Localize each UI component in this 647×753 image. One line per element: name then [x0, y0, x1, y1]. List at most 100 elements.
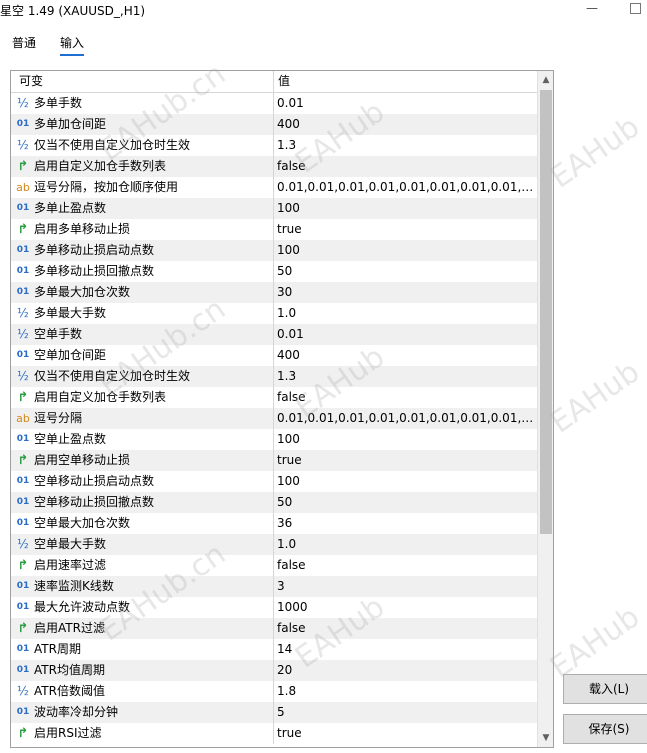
table-row[interactable]: 01 空单移动止损回撤点数 50 [11, 492, 537, 513]
table-row[interactable]: ↱ 启用ATR过滤 false [11, 618, 537, 639]
table-row[interactable]: 01 ATR周期 14 [11, 639, 537, 660]
column-divider [273, 450, 274, 471]
watermark: EAHub [544, 109, 647, 196]
integer-type-icon: 01 [16, 644, 30, 654]
table-row[interactable]: 01 多单移动止损回撤点数 50 [11, 261, 537, 282]
table-row[interactable]: 01 ATR均值周期 20 [11, 660, 537, 681]
table-row[interactable]: 01 空单移动止损启动点数 100 [11, 471, 537, 492]
table-row[interactable]: 01 空单加仓间距 400 [11, 345, 537, 366]
table-row[interactable]: ½ 空单最大手数 1.0 [11, 534, 537, 555]
table-row[interactable]: 01 多单止盈点数 100 [11, 198, 537, 219]
row-value[interactable]: true [277, 219, 535, 240]
scrollbar-thumb[interactable] [540, 90, 552, 534]
table-row[interactable]: ½ ATR倍数阈值 1.8 [11, 681, 537, 702]
table-row[interactable]: ↱ 启用RSI过滤 true [11, 723, 537, 744]
row-value[interactable]: 36 [277, 513, 535, 534]
row-value[interactable]: 50 [277, 492, 535, 513]
column-divider [273, 471, 274, 492]
row-value[interactable]: 400 [277, 114, 535, 135]
scroll-up-icon[interactable]: ▲ [538, 71, 553, 89]
integer-type-icon: 01 [16, 434, 30, 444]
row-value[interactable]: false [277, 555, 535, 576]
row-value[interactable]: 1000 [277, 597, 535, 618]
row-value[interactable]: 100 [277, 240, 535, 261]
table-row[interactable]: ↱ 启用空单移动止损 true [11, 450, 537, 471]
row-value[interactable]: 3 [277, 576, 535, 597]
row-value[interactable]: 0.01,0.01,0.01,0.01,0.01,0.01,0.01,0.01,… [277, 177, 535, 198]
table-row[interactable]: 01 多单移动止损启动点数 100 [11, 240, 537, 261]
vertical-scrollbar[interactable]: ▲ ▼ [537, 71, 553, 747]
load-button[interactable]: 载入(L) [563, 674, 647, 704]
integer-type-icon: 01 [16, 287, 30, 297]
column-divider [273, 324, 274, 345]
row-value[interactable]: false [277, 387, 535, 408]
minimize-icon[interactable]: — [585, 0, 599, 18]
row-value[interactable]: true [277, 723, 535, 744]
row-value[interactable]: 100 [277, 198, 535, 219]
table-row[interactable]: ↱ 启用自定义加仓手数列表 false [11, 387, 537, 408]
save-button[interactable]: 保存(S) [563, 714, 647, 744]
row-variable-name: ATR均值周期 [34, 663, 105, 677]
column-divider [273, 702, 274, 723]
column-divider [273, 639, 274, 660]
table-row[interactable]: 01 空单最大加仓次数 36 [11, 513, 537, 534]
table-row[interactable]: 01 波动率冷却分钟 5 [11, 702, 537, 723]
row-value[interactable]: 1.3 [277, 135, 535, 156]
column-divider [273, 303, 274, 324]
row-value[interactable]: false [277, 618, 535, 639]
row-value[interactable]: 20 [277, 660, 535, 681]
row-value[interactable]: 0.01,0.01,0.01,0.01,0.01,0.01,0.01,0.01,… [277, 408, 535, 429]
table-row[interactable]: 01 多单最大加仓次数 30 [11, 282, 537, 303]
table-row[interactable]: ↱ 启用多单移动止损 true [11, 219, 537, 240]
tab-general[interactable]: 普通 [12, 34, 36, 51]
row-variable-name: 空单加仓间距 [34, 348, 107, 362]
row-variable-name: 仅当不使用自定义加仓时生效 [34, 138, 191, 152]
row-value[interactable]: 1.3 [277, 366, 535, 387]
row-value[interactable]: 0.01 [277, 93, 535, 114]
table-row[interactable]: ½ 仅当不使用自定义加仓时生效 1.3 [11, 366, 537, 387]
row-value[interactable]: true [277, 450, 535, 471]
row-value[interactable]: 1.0 [277, 534, 535, 555]
table-row[interactable]: ½ 多单手数 0.01 [11, 93, 537, 114]
maximize-icon[interactable] [630, 3, 641, 14]
row-value[interactable]: 1.0 [277, 303, 535, 324]
header-value[interactable]: 值 [278, 71, 290, 92]
column-divider [273, 597, 274, 618]
scroll-down-icon[interactable]: ▼ [538, 729, 553, 747]
table-row[interactable]: 01 多单加仓间距 400 [11, 114, 537, 135]
integer-type-icon: 01 [16, 581, 30, 591]
row-value[interactable]: 14 [277, 639, 535, 660]
bool-type-icon: ↱ [17, 159, 29, 174]
row-value[interactable]: 400 [277, 345, 535, 366]
column-divider [273, 387, 274, 408]
header-divider[interactable] [273, 71, 274, 92]
table-row[interactable]: ½ 空单手数 0.01 [11, 324, 537, 345]
table-row[interactable]: ½ 多单最大手数 1.0 [11, 303, 537, 324]
table-row[interactable]: ↱ 启用速率过滤 false [11, 555, 537, 576]
row-value[interactable]: 100 [277, 429, 535, 450]
table-row[interactable]: 01 速率监测K线数 3 [11, 576, 537, 597]
table-row[interactable]: ab 逗号分隔，按加仓顺序使用 0.01,0.01,0.01,0.01,0.01,0… [11, 177, 537, 198]
table-row[interactable]: 01 最大允许波动点数 1000 [11, 597, 537, 618]
table-row[interactable]: 01 空单止盈点数 100 [11, 429, 537, 450]
row-value[interactable]: 1.8 [277, 681, 535, 702]
row-value[interactable]: 50 [277, 261, 535, 282]
active-tab-indicator [60, 54, 84, 56]
column-divider [273, 93, 274, 114]
bool-type-icon: ↱ [17, 558, 29, 573]
row-value[interactable]: 5 [277, 702, 535, 723]
double-type-icon: ½ [17, 138, 29, 152]
row-value[interactable]: 30 [277, 282, 535, 303]
table-row[interactable]: ½ 仅当不使用自定义加仓时生效 1.3 [11, 135, 537, 156]
row-value[interactable]: 100 [277, 471, 535, 492]
integer-type-icon: 01 [16, 350, 30, 360]
row-value[interactable]: 0.01 [277, 324, 535, 345]
row-value[interactable]: false [277, 156, 535, 177]
table-row[interactable]: ↱ 启用自定义加仓手数列表 false [11, 156, 537, 177]
integer-type-icon: 01 [16, 518, 30, 528]
table-row[interactable]: ab 逗号分隔 0.01,0.01,0.01,0.01,0.01,0.01,0.01… [11, 408, 537, 429]
header-variable[interactable]: 可变 [19, 71, 43, 92]
tab-inputs[interactable]: 输入 [60, 34, 84, 51]
bool-type-icon: ↱ [17, 222, 29, 237]
column-divider [273, 198, 274, 219]
